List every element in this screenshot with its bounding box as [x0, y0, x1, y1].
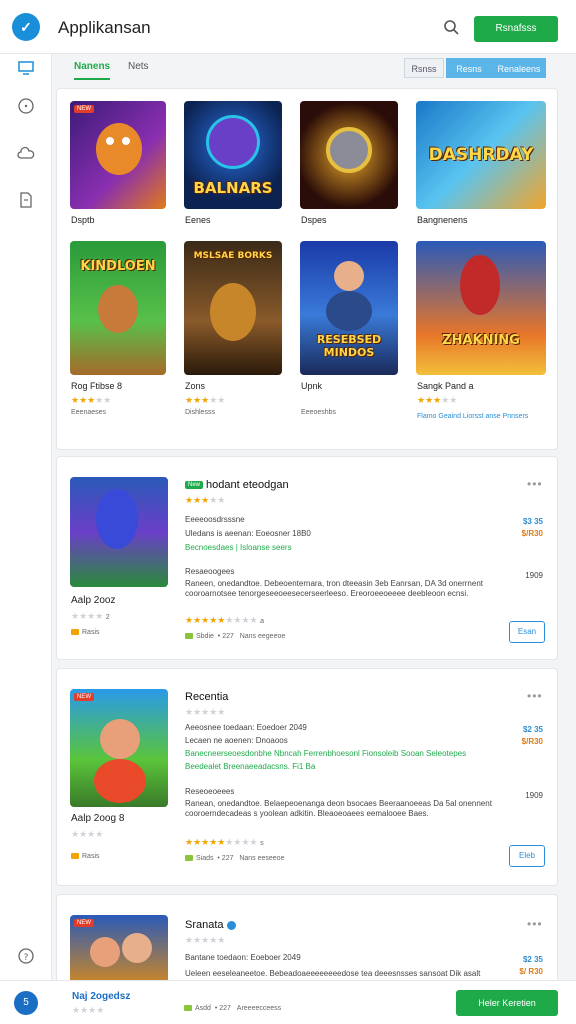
list-meta-1: Bantane toedaon: Eoeboer 2049	[185, 953, 301, 962]
list-meta-green-2: Beedealet Breenaeeadacsns. Fi1 Ba	[185, 762, 316, 771]
list-price-1: $3 35	[522, 517, 543, 526]
list-stars: ★★★★★	[185, 495, 226, 505]
featured-name-3[interactable]: Bangnenens	[417, 215, 468, 225]
bottom-item-name[interactable]: Naj 2ogedsz	[72, 991, 130, 1002]
list-meta-2: Uledans is aeenan: Eoeosner 18B0	[185, 529, 311, 538]
featured-thumb-7[interactable]: ZHAKNING	[416, 241, 546, 375]
featured-art-title-1: BALNARS	[193, 179, 273, 197]
monitor-icon[interactable]	[16, 58, 36, 78]
list-desc: Ranean, onedandtoe. Belaepeoenanga deon …	[185, 799, 492, 818]
hot-tag: NEW	[74, 105, 94, 113]
list-thumb-tag: Rasis	[71, 853, 100, 860]
featured-name-7[interactable]: Sangk Pand a	[417, 381, 474, 391]
rating-stars: ★★★★★	[71, 395, 112, 405]
bottom-action-button[interactable]: Heler Keretien	[456, 990, 558, 1016]
featured-note-7: Flamo Geaind Liorsst anse Pnnsers	[417, 413, 529, 420]
app-logo[interactable]: ✓	[12, 13, 40, 41]
bottom-stars: ★★★★	[72, 1005, 105, 1015]
featured-thumb-5[interactable]: MSLSAE BORKS	[184, 241, 282, 375]
featured-grid-card: NEW BALNARS DASHRDAY Dsptb Eenes Dspes B…	[56, 88, 558, 450]
list-meta-green: Banecneerseoesdonbhe Nbncah Ferrenbhoeso…	[185, 749, 467, 758]
tab-0[interactable]: Nanens	[74, 61, 111, 80]
install-info: Asdd • 227 Areeeecceess	[184, 1005, 281, 1012]
help-icon[interactable]: ?	[16, 946, 36, 966]
featured-art-title-7: ZHAKNING	[442, 333, 520, 348]
list-thumb-tag: Rasis	[71, 629, 100, 636]
featured-art-title-4: KINDLOEN	[80, 259, 156, 274]
featured-thumb-4[interactable]: KINDLOEN	[70, 241, 166, 375]
list-action-button[interactable]: Eleb	[509, 845, 545, 867]
svg-text:?: ?	[24, 953, 29, 963]
featured-note-6: Eeeoeshbs	[301, 409, 337, 416]
featured-note-4: Eeenaeses	[71, 409, 107, 416]
featured-thumb-6[interactable]: RESEBSED MINDOS	[300, 241, 398, 375]
list-thumb-name[interactable]: Aalp 2ooz	[71, 595, 115, 606]
tab-1[interactable]: Nets	[128, 61, 149, 78]
search-icon[interactable]	[440, 16, 464, 40]
list-thumb-name[interactable]: Aalp 2oog 8	[71, 813, 124, 824]
more-options-icon[interactable]: •••	[527, 917, 543, 931]
sidebar: ?	[0, 54, 52, 1024]
featured-art-title-6: RESEBSED MINDOS	[316, 333, 382, 359]
install-info: Siads • 227 Nans eeseeoe	[185, 855, 284, 862]
featured-name-2[interactable]: Dspes	[301, 215, 327, 225]
list-meta-1: Eeeeoosdrsssne	[185, 515, 245, 524]
featured-name-6[interactable]: Upnk	[301, 381, 322, 391]
featured-art-title-3: DASHRDAY	[428, 145, 534, 165]
list-action-button[interactable]: Esan	[509, 621, 545, 643]
segment-button-2[interactable]: Renaleens	[492, 58, 546, 78]
list-stars: ★★★★★	[185, 707, 226, 717]
list-thumb[interactable]: NEW	[70, 689, 168, 807]
featured-thumb-0[interactable]: NEW	[70, 101, 166, 209]
featured-name-5[interactable]: Zons	[185, 381, 205, 391]
list-item: NEW Aalp 2oog 8 ★★★★ Rasis Recentia ••• …	[56, 668, 558, 886]
more-options-icon[interactable]: •••	[527, 689, 543, 703]
verified-icon	[226, 920, 236, 930]
list-thumb-stars: ★★★★	[71, 829, 104, 839]
list-thumb-stars: ★★★★ 2	[71, 611, 110, 621]
list-meta-2: Lecaen ne aoenen: Dnoaoos	[185, 736, 288, 745]
list-price-2: $/R30	[521, 529, 543, 538]
featured-thumb-2[interactable]	[300, 101, 398, 209]
list-title[interactable]: Sranata	[185, 919, 236, 931]
more-options-icon[interactable]: •••	[527, 477, 543, 491]
list-stars: ★★★★★	[185, 935, 226, 945]
list-meta-green: Becnoesdaes | Isloanse seers	[185, 543, 292, 552]
list-thumb[interactable]	[70, 477, 168, 587]
bottom-bar: 5 Naj 2ogedsz ★★★★ Asdd • 227 Areeeeccee…	[0, 980, 576, 1024]
featured-thumb-1[interactable]: BALNARS	[184, 101, 282, 209]
rating-stars: ★★★★★	[417, 395, 458, 405]
review-stars: ★★★★★★★★★ s	[185, 837, 264, 847]
primary-action-button[interactable]: Rsnafsss	[474, 16, 558, 42]
featured-name-1[interactable]: Eenes	[185, 215, 211, 225]
list-meta-1: Aeeosnee toedaan: Eoedoer 2049	[185, 723, 307, 732]
install-info: Sbdie • 227 Nans eegeeoe	[185, 633, 285, 640]
featured-thumb-3[interactable]: DASHRDAY	[416, 101, 546, 209]
list-title[interactable]: Recentia	[185, 691, 228, 703]
list-price-2: $/ R30	[519, 967, 543, 976]
cloud-icon[interactable]	[16, 144, 36, 164]
list-item: Aalp 2ooz ★★★★ 2 Rasis New hodant eteodga…	[56, 456, 558, 660]
clock-icon[interactable]	[16, 96, 36, 116]
document-icon[interactable]	[16, 190, 36, 210]
featured-note-5: Dishlesss	[185, 409, 215, 416]
featured-name-0[interactable]: Dsptb	[71, 215, 95, 225]
tabs-row: Nanens Nets Rsnss Resns Renaleens	[56, 54, 560, 88]
avatar[interactable]: 5	[14, 991, 38, 1015]
list-price-1: $2 35	[522, 955, 543, 964]
segment-button-1[interactable]: Resns	[446, 58, 492, 78]
featured-art-title-5: MSLSAE BORKS	[193, 251, 273, 261]
review-stars: ★★★★★★★★★ a	[185, 615, 265, 625]
list-price-2: $/R30	[521, 737, 543, 746]
segment-button-0[interactable]: Rsnss	[404, 58, 444, 78]
list-desc: Raneen, onedandtoe. Debeoenternara, tron…	[185, 579, 483, 598]
list-desc-heading: Resaeoogees	[185, 567, 235, 576]
list-desc-heading: Reseoeoeees	[185, 787, 235, 796]
rating-stars: ★★★★★	[185, 395, 226, 405]
top-bar: ✓ Applikansan Rsnafsss	[0, 0, 576, 54]
list-price-1: $2 35	[522, 725, 543, 734]
featured-name-4[interactable]: Rog Ftibse 8	[71, 381, 122, 391]
app-title: Applikansan	[58, 18, 151, 37]
list-title[interactable]: New hodant eteodgan	[185, 479, 289, 491]
